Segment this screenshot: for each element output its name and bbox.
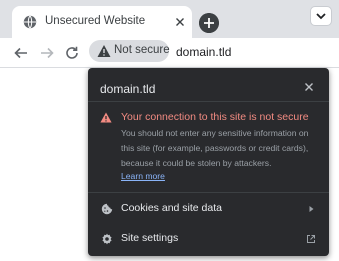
site-info-popup: domain.tld Your connection to this site … (88, 68, 329, 256)
back-arrow-icon[interactable] (13, 45, 29, 61)
forward-arrow-icon[interactable] (39, 45, 55, 61)
toolbar: Not secure domain.tld (0, 38, 339, 68)
address-bar-url[interactable]: domain.tld (176, 45, 231, 59)
browser-window: Unsecured Website Not secure domain.tld … (0, 0, 339, 261)
divider (88, 101, 329, 102)
menu-item-label: Site settings (121, 232, 179, 244)
warning-icon (97, 45, 111, 57)
tab-strip: Unsecured Website (0, 0, 339, 38)
chevron-down-icon (316, 13, 326, 20)
warning-description: You should not enter any sensitive infor… (121, 128, 309, 168)
tab-search-button[interactable] (310, 6, 332, 26)
divider (88, 192, 329, 193)
reload-icon[interactable] (64, 45, 80, 61)
chevron-right-icon (309, 206, 314, 212)
globe-icon (23, 15, 37, 29)
new-tab-plus-icon[interactable] (199, 13, 219, 33)
external-link-icon (307, 235, 315, 243)
security-chip[interactable]: Not secure (89, 40, 170, 62)
menu-item-site-settings[interactable]: Site settings (88, 225, 329, 253)
gear-icon (102, 233, 112, 245)
warning-title: Your connection to this site is not secu… (121, 111, 309, 123)
close-icon[interactable] (304, 82, 314, 92)
menu-item-cookies[interactable]: Cookies and site data (88, 195, 329, 223)
cookie-icon (101, 203, 113, 215)
security-chip-label: Not secure (114, 44, 170, 56)
warning-icon (100, 112, 112, 123)
learn-more-link[interactable]: Learn more (121, 171, 165, 181)
tab-unsecured-website[interactable]: Unsecured Website (12, 6, 192, 38)
tab-title: Unsecured Website (45, 15, 146, 27)
menu-item-label: Cookies and site data (121, 202, 222, 214)
popup-title: domain.tld (100, 82, 156, 96)
close-icon[interactable] (173, 15, 187, 29)
